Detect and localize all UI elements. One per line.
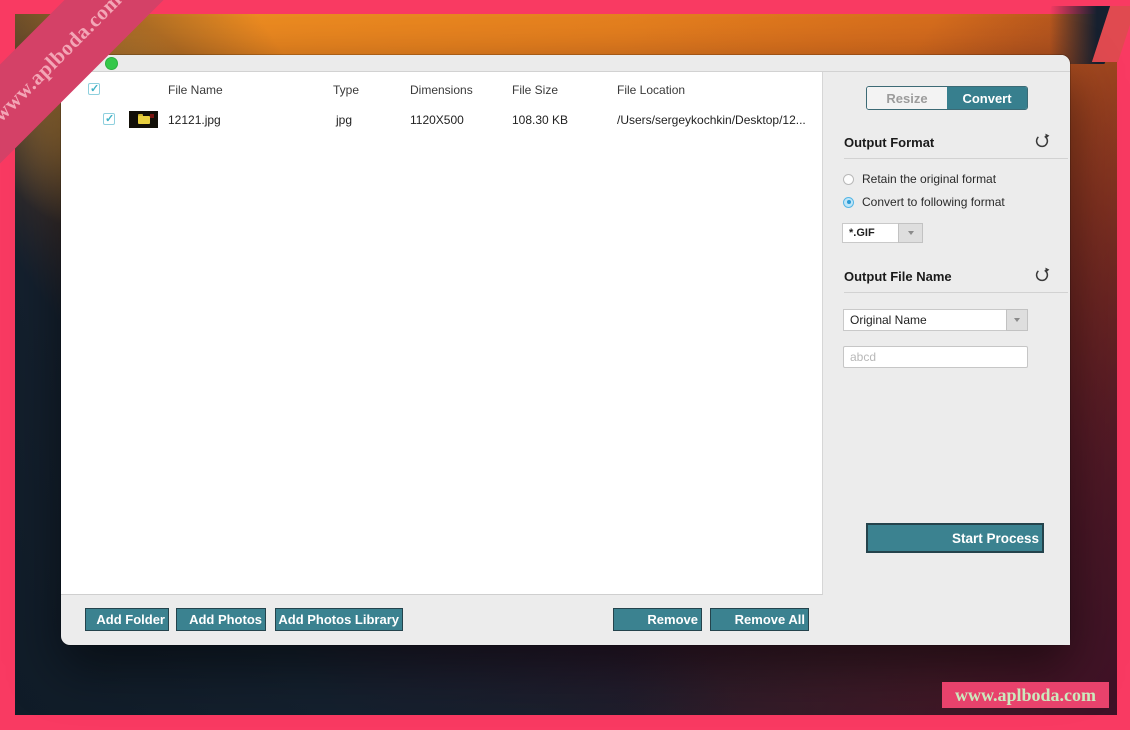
remove-button[interactable]: Remove [613,608,702,631]
cell-file-size: 108.30 KB [512,113,568,127]
cell-file-name: 12121.jpg [168,113,221,127]
tab-convert[interactable]: Convert [947,87,1027,109]
radio-label: Convert to following format [862,195,1005,209]
column-header-file-name: File Name [168,83,223,97]
start-process-button[interactable]: Start Process [866,523,1044,553]
column-header-dimensions: Dimensions [410,83,473,97]
radio-retain-format[interactable]: Retain the original format [843,172,996,186]
row-checkbox[interactable] [103,113,115,125]
window-titlebar [61,55,1070,72]
radio-label: Retain the original format [862,172,996,186]
chevron-down-icon[interactable] [1006,309,1028,331]
output-format-title: Output Format [844,135,934,150]
divider [844,158,1068,159]
mode-tabs: Resize Convert [866,86,1028,110]
reset-output-format-icon[interactable] [1034,133,1050,149]
add-folder-button[interactable]: Add Folder [85,608,169,631]
file-table: File Name Type Dimensions File Size File… [61,72,823,595]
format-select-value: *.GIF [842,223,898,243]
reset-output-file-name-icon[interactable] [1034,267,1050,283]
screenshot-root: File Name Type Dimensions File Size File… [0,0,1130,730]
radio-convert-format[interactable]: Convert to following format [843,195,1005,209]
tab-resize[interactable]: Resize [867,87,947,109]
radio-circle-selected[interactable] [843,197,854,208]
cell-type: jpg [336,113,352,127]
settings-panel: Resize Convert Output Format Retain the … [823,72,1070,645]
radio-circle[interactable] [843,174,854,185]
select-all-checkbox[interactable] [88,83,100,95]
add-photos-button[interactable]: Add Photos [176,608,266,631]
watermark-banner: www.aplboda.com [942,682,1109,708]
name-mode-select-value: Original Name [843,309,1006,331]
name-mode-select[interactable]: Original Name [843,309,1028,331]
add-photos-library-button[interactable]: Add Photos Library [275,608,403,631]
output-file-name-title: Output File Name [844,269,952,284]
column-header-file-location: File Location [617,83,685,97]
column-header-type: Type [333,83,359,97]
remove-all-button[interactable]: Remove All [710,608,809,631]
cell-dimensions: 1120X500 [410,113,464,127]
divider [844,292,1068,293]
chevron-down-icon[interactable] [898,223,923,243]
format-select[interactable]: *.GIF [842,223,923,243]
file-thumbnail [129,111,158,128]
cell-file-location: /Users/sergeykochkin/Desktop/12... [617,113,806,127]
column-header-file-size: File Size [512,83,558,97]
custom-name-input[interactable] [843,346,1028,368]
fullscreen-traffic-light-icon[interactable] [105,57,118,70]
app-window: File Name Type Dimensions File Size File… [61,55,1070,645]
